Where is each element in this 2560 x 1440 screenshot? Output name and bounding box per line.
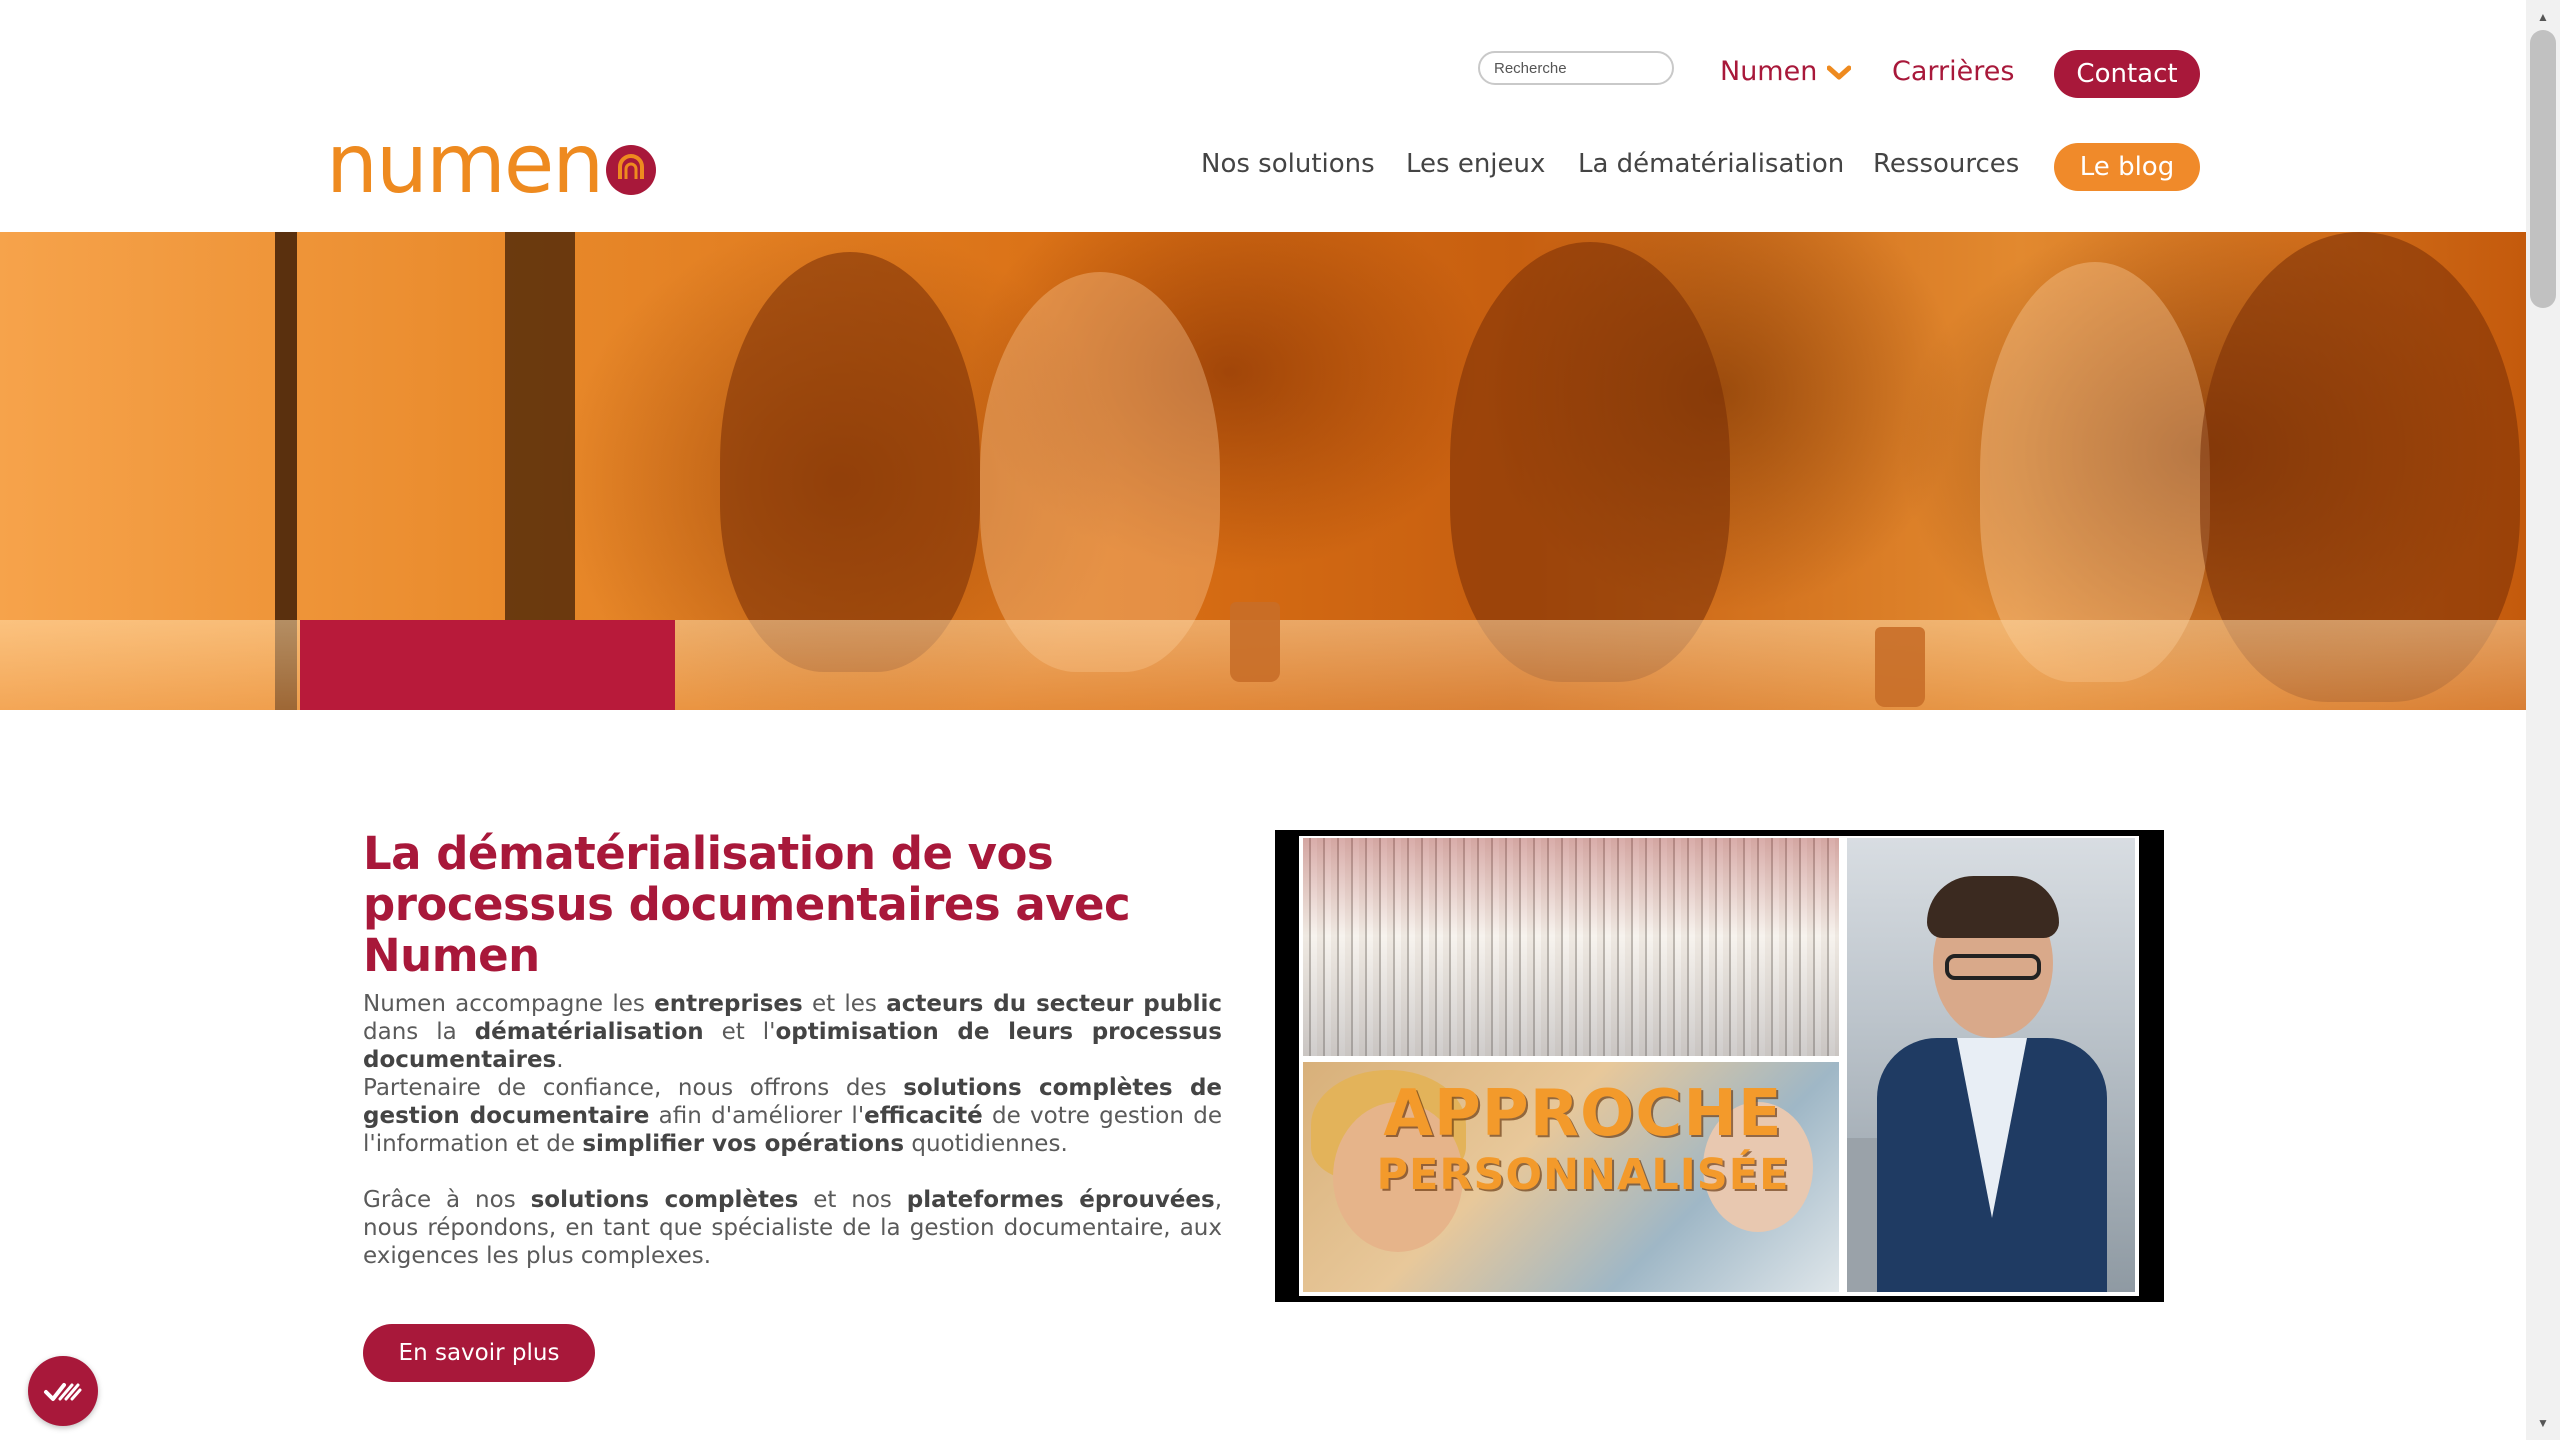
hero-accent-block [300, 620, 675, 710]
scrollbar-thumb[interactable] [2530, 30, 2556, 308]
text: Grâce à nos [363, 1187, 531, 1213]
careers-link[interactable]: Carrières [1892, 55, 2014, 89]
scroll-down-arrow-icon[interactable]: ▼ [2526, 1412, 2560, 1434]
emphasis: simplifier vos opérations [582, 1131, 905, 1157]
video-title-line1: APPROCHE [1383, 1077, 1783, 1151]
video-thumbnail[interactable]: APPROCHE PERSONNALISÉE [1275, 830, 2164, 1302]
video-frame: APPROCHE PERSONNALISÉE [1299, 836, 2139, 1296]
text: . [556, 1047, 564, 1073]
emphasis: efficacité [864, 1103, 983, 1129]
hero-person [1980, 262, 2210, 682]
women-meeting-image: APPROCHE PERSONNALISÉE [1303, 1062, 1839, 1292]
hero-person [1450, 242, 1730, 682]
businessman-image [1847, 838, 2135, 1292]
page-title: La dématérialisation de vos processus do… [363, 827, 1131, 982]
text: Partenaire de confiance, nous offrons de… [363, 1075, 904, 1101]
numen-logo[interactable]: numen [326, 117, 657, 212]
scroll-up-arrow-icon[interactable]: ▲ [2526, 6, 2560, 28]
numen-menu-label: Numen [1720, 56, 1818, 87]
search-box[interactable] [1478, 51, 1674, 85]
intro-paragraph-2: Partenaire de confiance, nous offrons de… [363, 1074, 1222, 1158]
logo-wordmark: numen [326, 117, 604, 212]
intro-paragraph-3: Grâce à nos solutions complètes et nos p… [363, 1186, 1222, 1270]
contact-button[interactable]: Contact [2054, 50, 2200, 98]
chevron-down-icon [1826, 56, 1852, 90]
hero-person [980, 272, 1220, 672]
hero-coffee-cup [1875, 627, 1925, 707]
text: et l' [703, 1019, 776, 1045]
text: et les [802, 991, 887, 1017]
glasses [1945, 954, 2041, 980]
man-hair [1927, 876, 2059, 938]
scrollbar[interactable]: ▲ ▼ [2526, 0, 2560, 1440]
nav-dematerialisation[interactable]: La dématérialisation [1578, 146, 1844, 182]
blog-button[interactable]: Le blog [2054, 143, 2200, 191]
filing-cabinet-image [1303, 838, 1839, 1056]
text: afin d'améliorer l' [649, 1103, 865, 1129]
text: dans la [363, 1019, 475, 1045]
text: et nos [798, 1187, 907, 1213]
search-input[interactable] [1494, 59, 1658, 77]
intro-paragraph-1: Numen accompagne les entreprises et les … [363, 990, 1222, 1074]
emphasis: acteurs du secteur public [886, 991, 1222, 1017]
emphasis: plateformes éprouvées [906, 1187, 1215, 1213]
site-header: Numen Carrières Contact numen Nos soluti… [0, 0, 2526, 232]
nav-ressources[interactable]: Ressources [1873, 146, 2019, 182]
nav-les-enjeux[interactable]: Les enjeux [1406, 146, 1545, 182]
hero-coffee-cup [1230, 602, 1280, 682]
emphasis: dématérialisation [474, 1019, 704, 1045]
emphasis: solutions complètes [530, 1187, 799, 1213]
text: quotidiennes. [904, 1131, 1068, 1157]
text: Numen accompagne les [363, 991, 655, 1017]
nav-nos-solutions[interactable]: Nos solutions [1201, 146, 1375, 182]
video-title-line2: PERSONNALISÉE [1376, 1150, 1790, 1200]
emphasis: entreprises [654, 991, 803, 1017]
numen-menu-link[interactable]: Numen [1720, 55, 1852, 90]
learn-more-button[interactable]: En savoir plus [363, 1324, 595, 1382]
cookie-consent-icon[interactable] [28, 1356, 98, 1426]
numen-logo-mark-icon [606, 145, 657, 195]
hero-person [720, 252, 980, 672]
